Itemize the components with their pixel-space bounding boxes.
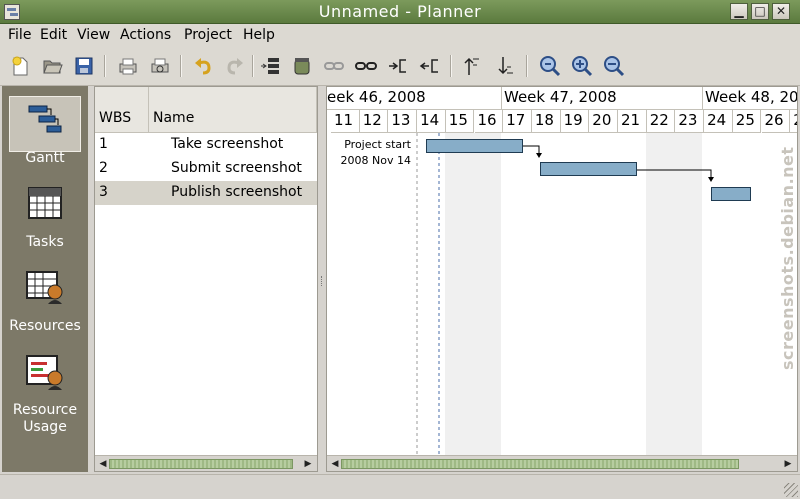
view-selector: Gantt Tasks Resources Resource Usage (2, 86, 88, 472)
menu-bar: File Edit View Actions Project Help (0, 24, 800, 46)
row-wbs: 3 (99, 184, 108, 200)
toolbar (0, 46, 800, 86)
save-icon[interactable] (72, 54, 96, 78)
menu-project[interactable]: Project (184, 27, 232, 43)
task-bar-take-screenshot[interactable] (426, 139, 523, 153)
maximize-button[interactable]: □ (751, 3, 769, 20)
status-bar (0, 474, 800, 499)
scroll-right-icon[interactable]: ▶ (781, 457, 795, 471)
minimize-button[interactable]: ▁ (730, 3, 748, 20)
view-resources[interactable]: Resources (2, 264, 88, 334)
gantt-icon (21, 96, 69, 144)
view-resource-usage[interactable]: Resource Usage (2, 350, 88, 436)
menu-file[interactable]: File (8, 27, 31, 43)
row-name: Submit screenshot (171, 160, 302, 176)
column-header-wbs[interactable]: WBS (95, 87, 149, 133)
resize-grip-icon[interactable] (784, 483, 798, 497)
menu-actions[interactable]: Actions (120, 27, 171, 43)
menu-help[interactable]: Help (243, 27, 275, 43)
indent-task-icon[interactable] (386, 54, 410, 78)
table-row[interactable]: 3 Publish screenshot (95, 181, 317, 205)
print-icon[interactable] (116, 54, 140, 78)
view-label-line1: Resource (12, 402, 78, 418)
scroll-thumb[interactable] (109, 459, 293, 469)
tasks-icon (21, 180, 69, 228)
gantt-hscrollbar[interactable]: ◀ ▶ (327, 455, 797, 471)
scroll-left-icon[interactable]: ◀ (96, 457, 110, 471)
project-start-date: 2008 Nov 14 (340, 154, 411, 167)
menu-edit[interactable]: Edit (40, 27, 67, 43)
task-bar-submit-screenshot[interactable] (540, 162, 637, 176)
move-task-down-icon[interactable] (494, 54, 518, 78)
scroll-thumb[interactable] (341, 459, 739, 469)
resource-usage-icon (21, 350, 69, 398)
row-name: Publish screenshot (171, 184, 303, 200)
pane-splitter[interactable] (318, 86, 326, 472)
task-bar-publish-screenshot[interactable] (711, 187, 751, 201)
view-label-line2: Usage (23, 419, 67, 435)
redo-icon[interactable] (222, 54, 246, 78)
column-header-name[interactable]: Name (149, 87, 317, 133)
zoom-fit-icon[interactable] (538, 54, 562, 78)
resources-icon (21, 264, 69, 312)
zoom-out-icon[interactable] (602, 54, 626, 78)
window-title: Unnamed - Planner (318, 2, 482, 21)
menu-view[interactable]: View (77, 27, 110, 43)
view-label: Gantt (25, 150, 65, 166)
table-row[interactable]: 1 Take screenshot (95, 133, 317, 157)
row-name: Take screenshot (171, 136, 284, 152)
watermark: screenshots.debian.net (778, 146, 797, 370)
row-wbs: 1 (99, 136, 108, 152)
table-row[interactable]: 2 Submit screenshot (95, 157, 317, 181)
insert-task-icon[interactable] (258, 54, 282, 78)
table-hscrollbar[interactable]: ◀ ▶ (95, 455, 317, 471)
unindent-task-icon[interactable] (418, 54, 442, 78)
insert-resource-icon[interactable] (290, 54, 314, 78)
zoom-in-icon[interactable] (570, 54, 594, 78)
close-button[interactable]: ✕ (772, 3, 790, 20)
unlink-tasks-icon[interactable] (354, 54, 378, 78)
scroll-right-icon[interactable]: ▶ (301, 457, 315, 471)
row-wbs: 2 (99, 160, 108, 176)
project-start-label: Project start (344, 138, 411, 151)
undo-icon[interactable] (192, 54, 216, 78)
view-gantt[interactable]: Gantt (2, 96, 88, 166)
view-label: Resources (9, 318, 81, 334)
task-table: WBS Name 1 Take screenshot 2 Submit scre… (94, 86, 318, 472)
gantt-chart: eek 46, 2008 Week 47, 2008 Week 48, 20 1… (326, 86, 798, 472)
view-tasks[interactable]: Tasks (2, 180, 88, 250)
new-project-icon[interactable] (8, 54, 32, 78)
open-icon[interactable] (40, 54, 64, 78)
move-task-up-icon[interactable] (460, 54, 484, 78)
link-tasks-icon[interactable] (322, 54, 346, 78)
scroll-left-icon[interactable]: ◀ (328, 457, 342, 471)
print-preview-icon[interactable] (148, 54, 172, 78)
title-bar: Unnamed - Planner ▁ □ ✕ (0, 0, 800, 24)
view-label: Tasks (26, 234, 64, 250)
